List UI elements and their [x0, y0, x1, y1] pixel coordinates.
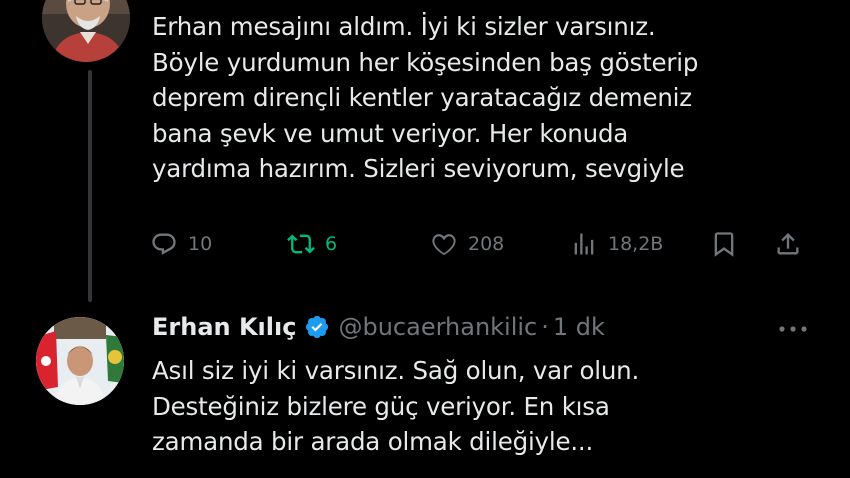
tweet-header: Erhan Kılıç @bucaerhankilic · 1 dk [152, 309, 605, 345]
reply-icon [150, 230, 178, 258]
views-count: 18,2B [608, 233, 664, 255]
tweet-text: Erhan mesajını aldım. İyi ki sizler vars… [152, 12, 699, 183]
share-icon [774, 230, 802, 258]
author-handle[interactable]: @bucaerhankilic [338, 313, 537, 341]
tweet-text: Asıl siz iyi ki varsınız. Sağ olun, var … [152, 356, 640, 456]
reply-button[interactable]: 10 [150, 224, 212, 264]
more-icon [778, 318, 808, 337]
tweet-actions: 10 6 208 18,2B [150, 224, 810, 264]
like-count: 208 [468, 233, 505, 255]
retweet-icon [287, 230, 315, 258]
like-icon [430, 230, 458, 258]
retweet-count: 6 [325, 233, 338, 255]
retweet-button[interactable]: 6 [287, 224, 337, 264]
avatar[interactable] [42, 0, 130, 62]
author-name[interactable]: Erhan Kılıç [152, 313, 296, 341]
share-button[interactable] [774, 224, 802, 264]
bookmark-icon [710, 230, 738, 258]
separator-dot: · [541, 313, 549, 341]
views-icon [570, 230, 598, 258]
like-button[interactable]: 208 [430, 224, 504, 264]
avatar[interactable] [36, 317, 124, 405]
timestamp[interactable]: 1 dk [553, 313, 605, 341]
reply-count: 10 [188, 233, 213, 255]
more-button[interactable] [776, 315, 810, 339]
views-button[interactable]: 18,2B [570, 224, 663, 264]
bookmark-button[interactable] [710, 224, 738, 264]
thread-line [88, 70, 92, 302]
verified-badge-icon [304, 314, 330, 340]
